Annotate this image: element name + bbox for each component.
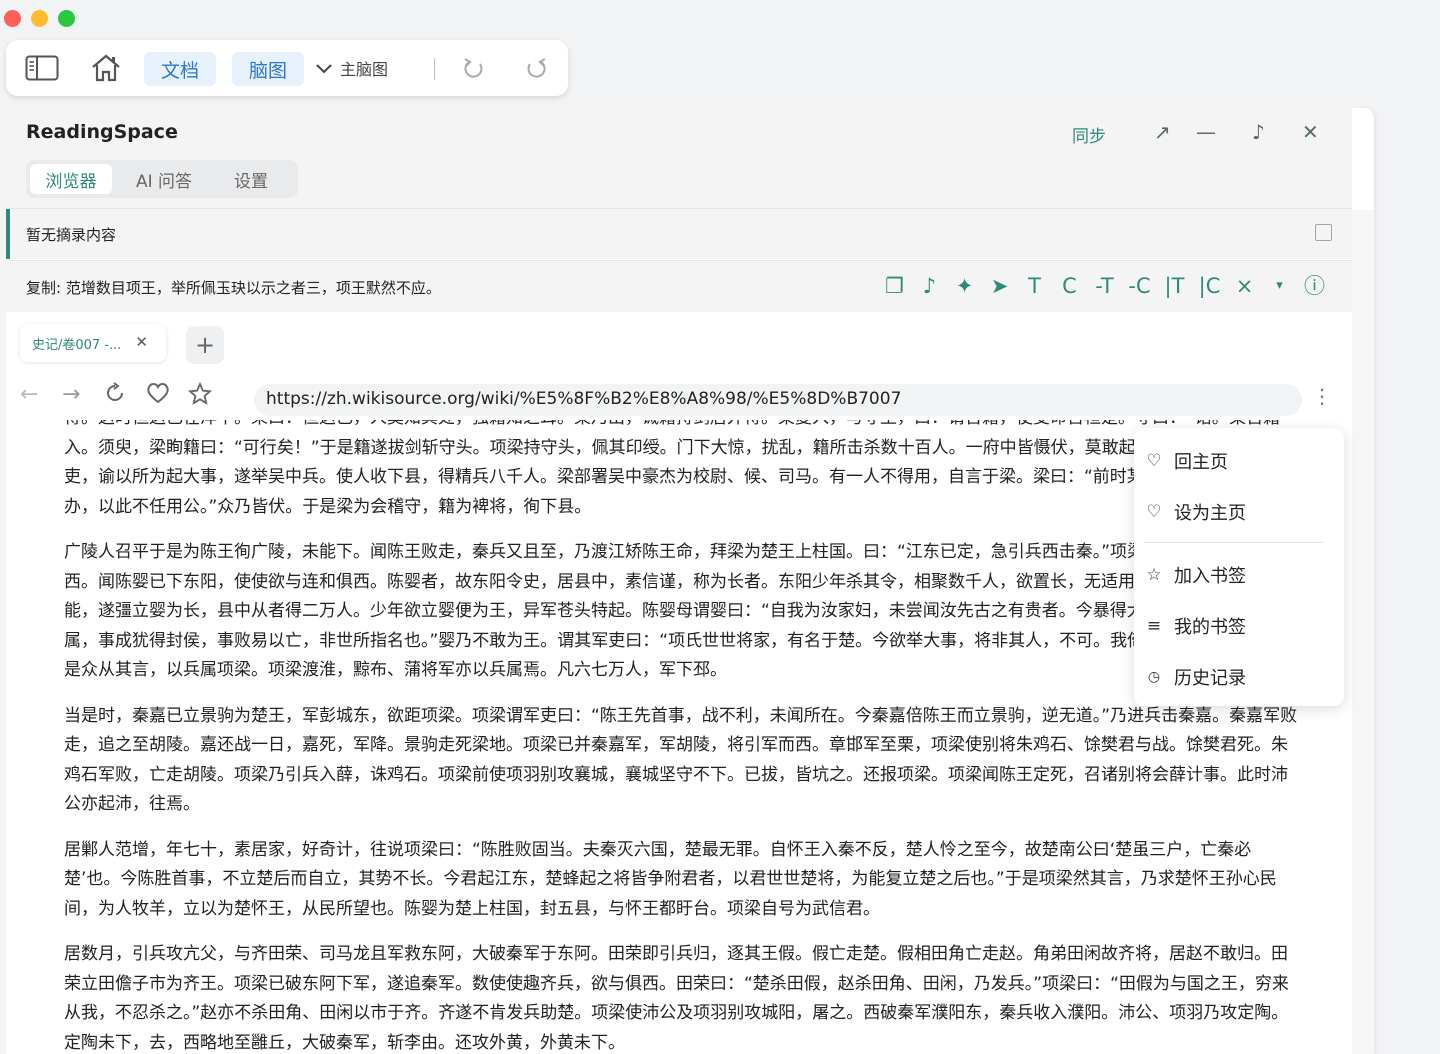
sparkle-icon[interactable]: ✦	[947, 273, 982, 299]
top-toolbar: 文档 脑图 主脑图	[6, 40, 568, 96]
send-icon[interactable]: ➤	[982, 273, 1017, 299]
music-note-icon[interactable]: ♪	[912, 273, 947, 299]
copy-tools: ❐ ♪ ✦ ➤ T C -T -C |T |C × ▾ ⓘ	[877, 273, 1332, 299]
bar-t-button[interactable]: |T	[1157, 273, 1192, 299]
minimize-icon[interactable]: —	[1196, 120, 1216, 144]
browser-nav-row: ← → https://zh.wikisource.org/wiki/%E5%8…	[6, 374, 1352, 420]
duplicate-icon[interactable]: ❐	[877, 273, 912, 299]
paragraph: 当是时，秦嘉已立景驹为楚王，军彭城东，欲距项梁。项梁谓军吏曰：“陈王先首事，战不…	[64, 705, 1298, 815]
menu-item-set-home[interactable]: ♡ 设为主页	[1144, 499, 1246, 525]
reload-icon[interactable]	[104, 382, 126, 410]
text-t-button[interactable]: T	[1017, 273, 1052, 299]
app-title: ReadingSpace	[26, 121, 178, 143]
menu-item-add-bookmark[interactable]: ☆ 加入书签	[1144, 562, 1246, 588]
menu-item-label: 加入书签	[1174, 566, 1246, 587]
panel-tabs: 浏览器 AI 问答 设置	[26, 160, 298, 198]
copy-row: 复制: 范增数目项王，举所佩玉玦以示之者三，项王默然不应。 ❐ ♪ ✦ ➤ T …	[6, 260, 1352, 313]
browser-tab-label: 史记/卷007 -...	[32, 337, 122, 353]
menu-item-label: 设为主页	[1174, 503, 1246, 524]
heart-icon: ♡	[1146, 502, 1162, 522]
list-icon: ≡	[1146, 616, 1162, 636]
doc-button[interactable]: 文档	[144, 52, 216, 86]
menu-item-my-bookmarks[interactable]: ≡ 我的书签	[1144, 613, 1246, 639]
forward-icon[interactable]: →	[62, 382, 80, 407]
tab-browser[interactable]: 浏览器	[30, 164, 112, 194]
toolbar-divider	[434, 58, 435, 80]
mindmap-button[interactable]: 脑图	[232, 52, 304, 86]
menu-item-label: 我的书签	[1174, 617, 1246, 638]
clear-icon[interactable]: ×	[1227, 273, 1262, 299]
bar-c-button[interactable]: |C	[1192, 273, 1227, 299]
clock-icon: ◷	[1147, 669, 1161, 685]
favorite-heart-icon[interactable]	[146, 382, 170, 410]
panel-right-edge	[1352, 108, 1374, 1054]
menu-item-label: 回主页	[1174, 452, 1228, 473]
zoom-window-button[interactable]	[58, 10, 75, 27]
main-mindmap-label: 主脑图	[340, 60, 389, 79]
excerpt-accent-bar	[6, 209, 10, 259]
copied-text: 复制: 范增数目项王，举所佩玉玦以示之者三，项王默然不应。	[26, 279, 441, 297]
panel-header: ReadingSpace 同步 ↗ — ♪ ✕ 浏览器 AI 问答 设置	[6, 108, 1352, 208]
text-c-button[interactable]: C	[1052, 273, 1087, 299]
menu-item-label: 历史记录	[1174, 668, 1246, 689]
menu-item-go-home[interactable]: ♡ 回主页	[1144, 448, 1228, 474]
bookmark-star-icon[interactable]	[187, 381, 213, 412]
new-tab-button[interactable]: +	[186, 326, 224, 364]
window-controls	[4, 10, 75, 27]
open-external-icon[interactable]: ↗	[1154, 120, 1171, 144]
browser-tab[interactable]: 史记/卷007 -... ✕	[20, 324, 166, 362]
sync-button[interactable]: 同步	[1072, 122, 1106, 147]
more-menu-icon[interactable]: ⋮	[1312, 384, 1332, 408]
close-icon[interactable]: ✕	[1302, 120, 1319, 144]
home-icon[interactable]	[88, 52, 124, 84]
page-content: 得。这时但这已在洋中。果曰：但这已，人莫知其处，独籍知之耳。梁乃出，诫籍持剑居外…	[64, 420, 1304, 1054]
main-mindmap-dropdown[interactable]: 主脑图	[316, 56, 388, 80]
browser-tab-bar: 史记/卷007 -... ✕ +	[6, 312, 1352, 372]
url-text: https://zh.wikisource.org/wiki/%E5%8F%B2…	[266, 389, 902, 409]
menu-item-history[interactable]: ◷ 历史记录	[1144, 664, 1246, 690]
browser-more-menu: ♡ 回主页 ♡ 设为主页 ☆ 加入书签 ≡ 我的书签 ◷ 历史记录	[1134, 428, 1344, 706]
paragraph: 居数月，引兵攻亢父，与齐田荣、司马龙且军救东阿，大破秦军于东阿。田荣即引兵归，逐…	[64, 944, 1289, 1053]
minimize-window-button[interactable]	[31, 10, 48, 27]
url-bar[interactable]: https://zh.wikisource.org/wiki/%E5%8F%B2…	[254, 384, 1302, 416]
tab-settings[interactable]: 设置	[216, 164, 286, 194]
minus-c-button[interactable]: -C	[1122, 273, 1157, 299]
dropdown-caret-icon[interactable]: ▾	[1262, 273, 1297, 299]
header-actions: 同步 ↗ — ♪ ✕	[1072, 120, 1352, 147]
star-icon: ☆	[1146, 565, 1162, 585]
sidebar-toggle-icon[interactable]	[24, 52, 60, 84]
excerpt-row: 暂无摘录内容	[6, 208, 1352, 259]
chevron-down-icon	[316, 59, 332, 78]
heart-icon: ♡	[1146, 451, 1162, 471]
excerpt-text: 暂无摘录内容	[26, 226, 117, 244]
paragraph: 广陵人召平于是为陈王徇广陵，未能下。闻陈王败走，秦兵又且至，乃渡江矫陈王命，拜梁…	[64, 542, 1298, 680]
paragraph: 得。这时但这已在洋中。果曰：但这已，人莫知其处，独籍知之耳。梁乃出，诫籍持剑居外…	[64, 420, 1297, 517]
info-icon[interactable]: ⓘ	[1297, 273, 1332, 299]
minus-t-button[interactable]: -T	[1087, 273, 1122, 299]
close-window-button[interactable]	[4, 10, 21, 27]
copy-icon[interactable]	[1315, 224, 1332, 241]
menu-divider	[1144, 542, 1324, 543]
redo-icon[interactable]	[518, 52, 554, 84]
paragraph: 居鄛人范增，年七十，素居家，好奇计，往说项梁曰：“陈胜败固当。夫秦灭六国，楚最无…	[64, 839, 1277, 919]
tab-ai-qa[interactable]: AI 问答	[120, 164, 208, 194]
close-tab-icon[interactable]: ✕	[135, 333, 148, 351]
undo-icon[interactable]	[456, 52, 492, 84]
back-icon[interactable]: ←	[20, 382, 38, 407]
music-note-icon[interactable]: ♪	[1252, 120, 1265, 144]
